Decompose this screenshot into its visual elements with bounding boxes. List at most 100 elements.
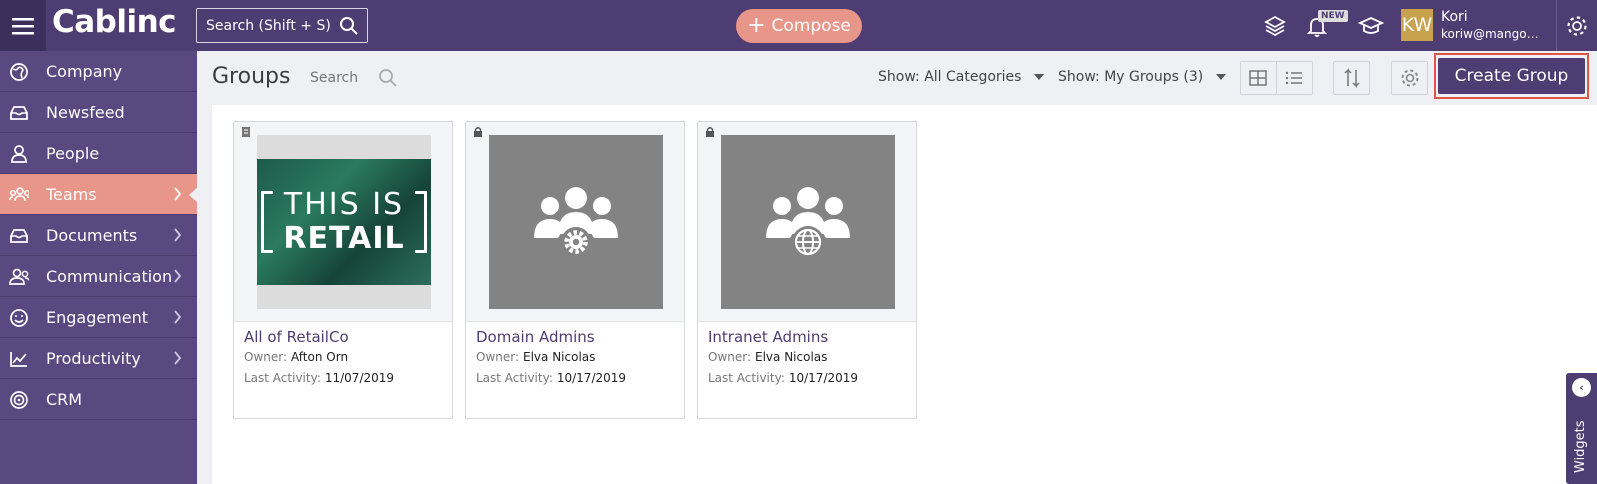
sidebar-item-label: People (46, 143, 100, 163)
page-title: Groups (212, 64, 291, 89)
sidebar-item-label: Documents (46, 225, 138, 245)
group-thumbnail-area (698, 122, 916, 322)
plus-icon: + (747, 13, 766, 38)
document-icon (242, 127, 250, 137)
person-icon (9, 144, 29, 164)
sidebar-item-communication[interactable]: Communication (0, 256, 197, 297)
sidebar-item-teams[interactable]: Teams (0, 174, 198, 215)
owner-value: Elva Nicolas (523, 350, 596, 364)
owner-label: Owner: (708, 350, 752, 364)
owner-label: Owner: (244, 350, 288, 364)
user-email[interactable]: koriw@mangoapps.com (1441, 27, 1541, 41)
group-settings-button[interactable] (1391, 61, 1428, 95)
category-filter-prefix: Show: (878, 69, 920, 85)
tray-icon (9, 226, 29, 246)
sidebar-item-label: Productivity (46, 348, 141, 368)
group-last-activity: Last Activity: 11/07/2019 (244, 371, 394, 385)
group-name-link[interactable]: Domain Admins (476, 328, 595, 346)
search-icon[interactable] (378, 68, 398, 88)
sidebar-item-label: Engagement (46, 307, 149, 327)
activity-label: Last Activity: (476, 371, 553, 385)
sidebar-item-label: Company (46, 61, 123, 81)
user-name[interactable]: Kori (1441, 9, 1468, 25)
sidebar-item-label: Newsfeed (46, 102, 125, 122)
caret-down-icon (1215, 74, 1226, 80)
group-name-link[interactable]: Intranet Admins (708, 328, 828, 346)
app-logo[interactable]: Cablinc (52, 4, 177, 40)
settings-button[interactable] (1556, 0, 1597, 51)
groups-filter-prefix: Show: (1058, 69, 1100, 85)
global-search-input[interactable]: Search (Shift + S) (196, 8, 368, 43)
retail-line-1: THIS IS (283, 187, 405, 222)
category-filter-dropdown[interactable]: Show: All Categories (878, 69, 1044, 85)
bracket-left (261, 191, 273, 253)
gear-icon (1567, 15, 1587, 36)
list-icon (1286, 71, 1303, 85)
groups-filter-value: My Groups (3) (1104, 69, 1204, 85)
graduation-cap-icon[interactable] (1358, 13, 1384, 39)
owner-value: Afton Orn (291, 350, 349, 364)
groups-search-input[interactable]: Search (310, 70, 358, 86)
group-name-link[interactable]: All of RetailCo (244, 328, 349, 346)
gear-icon (1401, 69, 1418, 87)
sidebar-item-people[interactable]: People (0, 133, 197, 174)
sidebar: Company Newsfeed People Teams Documents … (0, 51, 198, 484)
sidebar-item-label: CRM (46, 389, 83, 409)
activity-value: 10/17/2019 (788, 371, 859, 385)
search-icon (340, 17, 358, 35)
group-thumbnail-area: THIS IS RETAIL (234, 122, 452, 322)
chevron-right-icon (174, 187, 182, 201)
team-icon (9, 185, 29, 205)
lock-icon (474, 127, 482, 137)
layers-icon[interactable] (1262, 13, 1288, 39)
compose-label: Compose (771, 16, 851, 36)
grid-view-button[interactable] (1241, 62, 1277, 94)
widgets-label: Widgets (1573, 420, 1588, 473)
sidebar-item-newsfeed[interactable]: Newsfeed (0, 92, 197, 133)
create-group-button[interactable]: Create Group (1438, 58, 1585, 94)
activity-value: 10/17/2019 (556, 371, 627, 385)
sidebar-item-engagement[interactable]: Engagement (0, 297, 197, 338)
group-card[interactable]: THIS IS RETAIL All of RetailCo Owner: Aft… (233, 121, 453, 419)
retail-banner: THIS IS RETAIL (257, 159, 431, 285)
create-group-highlight: Create Group (1434, 53, 1589, 99)
chevron-left-icon: ‹ (1572, 378, 1591, 397)
group-owner: Owner: Elva Nicolas (476, 350, 595, 364)
chevron-right-icon (174, 228, 182, 242)
sidebar-item-label: Communication (46, 266, 173, 286)
sidebar-item-company[interactable]: Company (0, 51, 197, 92)
sidebar-item-productivity[interactable]: Productivity (0, 338, 197, 379)
group-card[interactable]: Intranet Admins Owner: Elva Nicolas Last … (697, 121, 917, 419)
groups-filter-dropdown[interactable]: Show: My Groups (3) (1058, 69, 1226, 85)
caret-down-icon (1033, 74, 1044, 80)
hamburger-icon (12, 17, 34, 34)
widgets-tab[interactable]: ‹ Widgets (1566, 373, 1597, 484)
group-card[interactable]: Domain Admins Owner: Elva Nicolas Last Ac… (465, 121, 685, 419)
activity-label: Last Activity: (244, 371, 321, 385)
sort-icon (1343, 68, 1360, 88)
sort-button[interactable] (1333, 61, 1370, 95)
bracket-right (415, 191, 427, 253)
avatar[interactable]: KW (1401, 9, 1433, 41)
group-owner: Owner: Afton Orn (244, 350, 348, 364)
group-gear-icon[interactable] (489, 135, 663, 309)
chart-icon (9, 349, 29, 369)
chevron-right-icon (174, 351, 182, 365)
retail-line-2: RETAIL (283, 221, 405, 256)
compose-button[interactable]: + Compose (736, 9, 862, 43)
group-image-retail[interactable]: THIS IS RETAIL (257, 135, 431, 309)
sidebar-item-documents[interactable]: Documents (0, 215, 197, 256)
sidebar-item-crm[interactable]: CRM (0, 379, 197, 420)
chevron-right-icon (174, 310, 182, 324)
globe-icon (9, 62, 29, 82)
lock-icon (706, 127, 714, 137)
list-view-button[interactable] (1277, 62, 1313, 94)
grid-icon (1249, 70, 1267, 86)
group-globe-icon[interactable] (721, 135, 895, 309)
smile-icon (9, 308, 29, 328)
hamburger-menu-button[interactable] (0, 0, 46, 51)
chevron-right-icon (174, 269, 182, 283)
view-toggle (1240, 61, 1313, 95)
people-icon (9, 267, 29, 287)
group-last-activity: Last Activity: 10/17/2019 (476, 371, 626, 385)
